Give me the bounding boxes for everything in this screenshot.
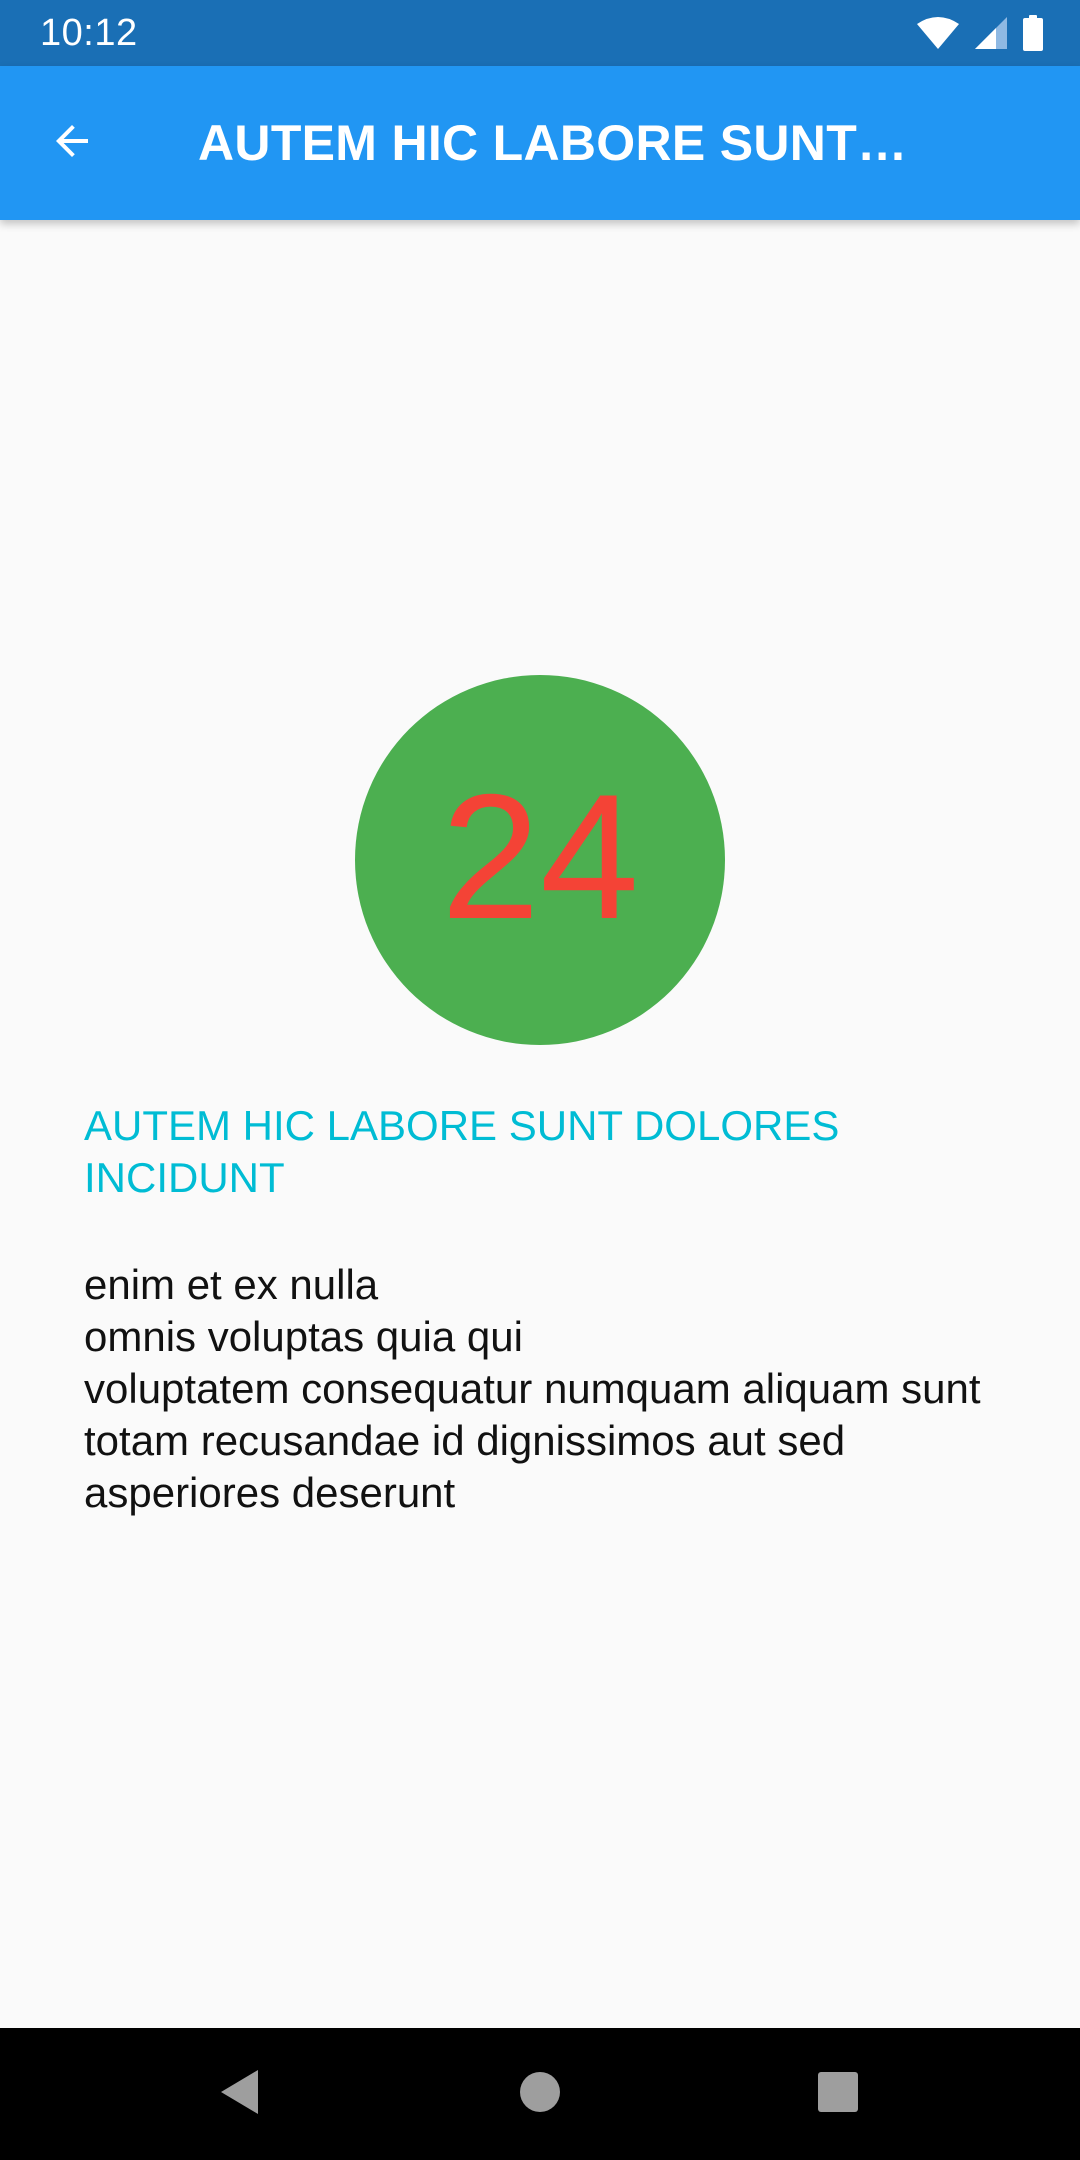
screen: 10:12 AUTEM HIC LABORE SUNT D 24 AUTEM H… xyxy=(0,0,1080,2160)
nav-back-icon xyxy=(218,2068,262,2121)
body-line: omnis voluptas quia qui xyxy=(84,1313,523,1360)
nav-home-button[interactable] xyxy=(500,2054,580,2134)
detail-body: enim et ex nulla omnis voluptas quia qui… xyxy=(84,1259,984,1519)
detail-title: AUTEM HIC LABORE SUNT DOLORES INCIDUNT xyxy=(84,1102,840,1201)
status-icons xyxy=(916,14,1044,52)
body-line: totam recusandae id dignissimos aut sed … xyxy=(84,1417,846,1516)
status-time: 10:12 xyxy=(40,12,138,54)
nav-back-button[interactable] xyxy=(200,2054,280,2134)
nav-home-icon xyxy=(518,2070,562,2119)
body-line: enim et ex nulla xyxy=(84,1261,379,1308)
system-nav-bar xyxy=(0,2028,1080,2160)
app-bar-title: AUTEM HIC LABORE SUNT DOLORES INCIDUNT xyxy=(198,115,918,171)
wifi-icon xyxy=(916,16,960,50)
back-button[interactable] xyxy=(36,107,108,179)
avatar-number: 24 xyxy=(441,757,639,956)
body-line: voluptatem consequatur numquam aliquam s… xyxy=(84,1365,981,1412)
arrow-back-icon xyxy=(48,117,96,170)
app-bar: AUTEM HIC LABORE SUNT DOLORES INCIDUNT xyxy=(0,66,1080,220)
cell-signal-icon xyxy=(974,16,1008,50)
nav-recents-icon xyxy=(817,2071,859,2118)
number-avatar: 24 xyxy=(355,675,725,1045)
battery-icon xyxy=(1022,15,1044,51)
nav-recents-button[interactable] xyxy=(798,2054,878,2134)
status-bar: 10:12 xyxy=(0,0,1080,66)
